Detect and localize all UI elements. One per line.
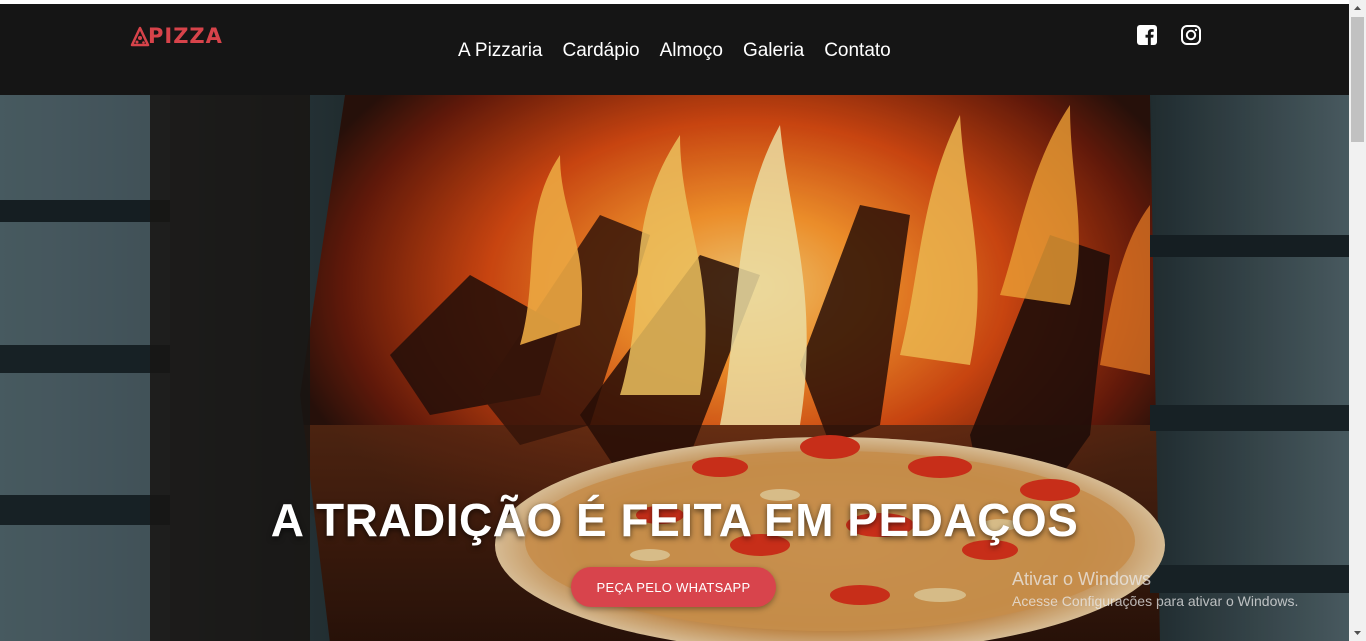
watermark-title: Ativar o Windows xyxy=(1012,569,1152,589)
hero-banner: A TRADIÇÃO É FEITA EM PEDAÇOS PEÇA PELO … xyxy=(0,95,1349,641)
nav-link-a-pizzaria[interactable]: A Pizzaria xyxy=(448,38,552,64)
instagram-icon[interactable] xyxy=(1180,24,1202,46)
main-nav: A Pizzaria Cardápio Almoço Galeria Conta… xyxy=(448,38,901,64)
hero-background-image xyxy=(0,95,1349,641)
page: PIZZA A Pizzaria Cardápio Almoço Galeria… xyxy=(0,0,1349,641)
brand-logo[interactable]: PIZZA xyxy=(130,23,223,49)
brand-name: PIZZA xyxy=(148,24,223,48)
pizza-slice-icon xyxy=(130,26,150,47)
facebook-icon[interactable] xyxy=(1136,24,1158,46)
whatsapp-order-button[interactable]: PEÇA PELO WHATSAPP xyxy=(571,567,776,607)
nav-link-galeria[interactable]: Galeria xyxy=(733,38,814,64)
scroll-down-arrow-icon[interactable] xyxy=(1349,624,1366,641)
hero-title: A TRADIÇÃO É FEITA EM PEDAÇOS xyxy=(270,494,1079,546)
scrollbar-thumb[interactable] xyxy=(1351,17,1364,142)
windows-activation-watermark: Ativar o Windows Acesse Configurações pa… xyxy=(1012,568,1298,611)
scroll-up-arrow-icon[interactable] xyxy=(1349,0,1366,17)
navbar: PIZZA A Pizzaria Cardápio Almoço Galeria… xyxy=(0,4,1349,95)
nav-link-contato[interactable]: Contato xyxy=(814,38,901,64)
vertical-scrollbar[interactable] xyxy=(1349,0,1366,641)
social-links xyxy=(1136,24,1202,46)
nav-link-cardapio[interactable]: Cardápio xyxy=(552,38,649,64)
watermark-subtitle: Acesse Configurações para ativar o Windo… xyxy=(1012,593,1299,609)
nav-link-almoco[interactable]: Almoço xyxy=(650,38,733,64)
